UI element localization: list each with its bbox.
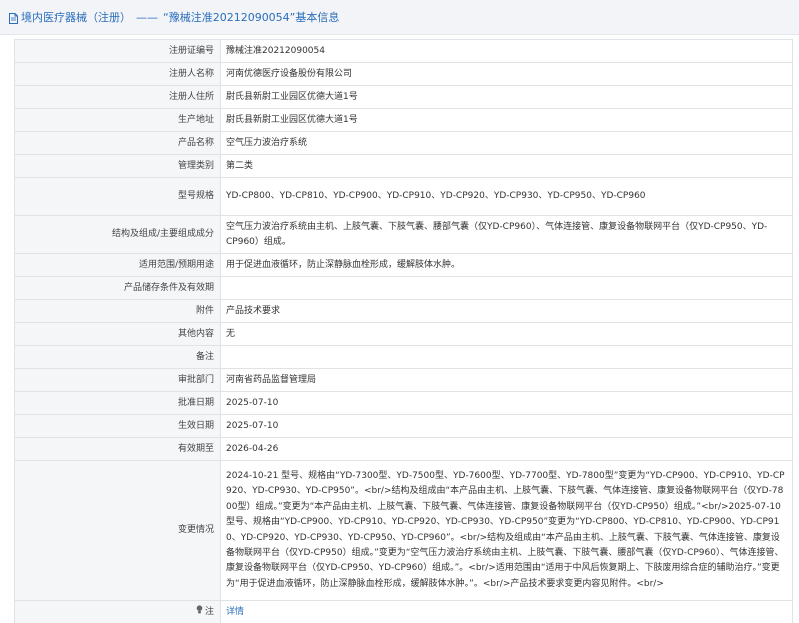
table-row: 管理类别 第二类 xyxy=(14,154,793,178)
row-label: 管理类别 xyxy=(14,154,221,178)
detail-table: 注册证编号 豫械注准20212090054 注册人名称 河南优德医疗设备股份有限公司注… xyxy=(14,39,793,623)
row-label: 结构及组成/主要组成成分 xyxy=(14,215,221,254)
row-label: 审批部门 xyxy=(14,368,221,392)
row-label: 产品名称 xyxy=(14,131,221,155)
table-row: 其他内容无 xyxy=(14,322,793,346)
row-value: 2025-07-10 xyxy=(220,391,793,415)
row-value: 2026-04-26 xyxy=(220,437,793,461)
bulb-icon xyxy=(196,604,203,620)
row-value: 河南优德医疗设备股份有限公司 xyxy=(220,62,793,86)
row-label: 有效期至 xyxy=(14,437,221,461)
row-label: 注 xyxy=(14,600,221,623)
table-row: 有效期至 2026-04-26 xyxy=(14,437,793,461)
row-value: 无 xyxy=(220,322,793,346)
row-value: 尉氏县新尉工业园区优德大道1号 xyxy=(220,108,793,132)
row-label: 生效日期 xyxy=(14,414,221,438)
row-value: 2024-10-21 型号、规格由“YD-7300型、YD-7500型、YD-7… xyxy=(220,460,793,601)
row-value: 空气压力波治疗系统 xyxy=(220,131,793,155)
table-row-change: 变更情况 2024-10-21 型号、规格由“YD-7300型、YD-7500型… xyxy=(14,460,793,601)
table-row: 产品储存条件及有效期 xyxy=(14,276,793,300)
table-row: 审批部门 河南省药品监督管理局 xyxy=(14,368,793,392)
row-label: 附件 xyxy=(14,299,221,323)
row-label: 备注 xyxy=(14,345,221,369)
row-value: 河南省药品监督管理局 xyxy=(220,368,793,392)
table-row: 产品名称 空气压力波治疗系统 xyxy=(14,131,793,155)
breadcrumb-header: 境内医疗器械（注册） —— “豫械注准20212090054”基本信息 xyxy=(0,0,799,35)
document-icon xyxy=(9,12,18,24)
table-row-note: 注 详情 xyxy=(14,600,793,623)
table-row: 生产地址 尉氏县新尉工业园区优德大道1号 xyxy=(14,108,793,132)
breadcrumb-category[interactable]: 境内医疗器械（注册） xyxy=(21,9,131,25)
row-label: 注册证编号 xyxy=(14,39,221,63)
row-value: 详情 xyxy=(220,600,793,623)
table-row: 型号规格 YD-CP800、YD-CP810、YD-CP900、YD-CP910、… xyxy=(14,177,793,216)
row-label: 注册人住所 xyxy=(14,85,221,109)
table-row: 注册证编号 豫械注准20212090054 xyxy=(14,39,793,63)
table-row: 生效日期 2025-07-10 xyxy=(14,414,793,438)
row-label: 生产地址 xyxy=(14,108,221,132)
row-value xyxy=(220,276,793,300)
details-link[interactable]: 详情 xyxy=(226,607,244,617)
table-row: 批准日期 2025-07-10 xyxy=(14,391,793,415)
table-row: 注册人住所 尉氏县新尉工业园区优德大道1号 xyxy=(14,85,793,109)
row-value: 豫械注准20212090054 xyxy=(220,39,793,63)
detail-table-body: 注册证编号 豫械注准20212090054 注册人名称 河南优德医疗设备股份有限公司注… xyxy=(14,39,793,623)
row-label: 注册人名称 xyxy=(14,62,221,86)
table-row: 注册人名称 河南优德医疗设备股份有限公司 xyxy=(14,62,793,86)
row-value: 第二类 xyxy=(220,154,793,178)
table-row: 适用范围/预期用途 用于促进血液循环，防止深静脉血栓形成，缓解肢体水肿。 xyxy=(14,253,793,277)
table-row: 备注 xyxy=(14,345,793,369)
row-value: 尉氏县新尉工业园区优德大道1号 xyxy=(220,85,793,109)
breadcrumb-separator: —— xyxy=(136,10,158,24)
row-label: 型号规格 xyxy=(14,177,221,216)
row-value xyxy=(220,345,793,369)
row-value: 用于促进血液循环，防止深静脉血栓形成，缓解肢体水肿。 xyxy=(220,253,793,277)
note-label: 注 xyxy=(204,606,214,617)
row-value: YD-CP800、YD-CP810、YD-CP900、YD-CP910、YD-C… xyxy=(220,177,793,216)
row-label: 适用范围/预期用途 xyxy=(14,253,221,277)
table-row: 附件 产品技术要求 xyxy=(14,299,793,323)
row-label: 产品储存条件及有效期 xyxy=(14,276,221,300)
table-row: 结构及组成/主要组成成分 空气压力波治疗系统由主机、上肢气囊、下肢气囊、腰部气囊（… xyxy=(14,215,793,254)
row-value: 2025-07-10 xyxy=(220,414,793,438)
row-value: 产品技术要求 xyxy=(220,299,793,323)
row-label: 其他内容 xyxy=(14,322,221,346)
row-value: 空气压力波治疗系统由主机、上肢气囊、下肢气囊、腰部气囊（仅YD-CP960）、气… xyxy=(220,215,793,254)
page-title: “豫械注准20212090054”基本信息 xyxy=(163,11,340,24)
row-label: 批准日期 xyxy=(14,391,221,415)
row-label: 变更情况 xyxy=(14,460,221,601)
